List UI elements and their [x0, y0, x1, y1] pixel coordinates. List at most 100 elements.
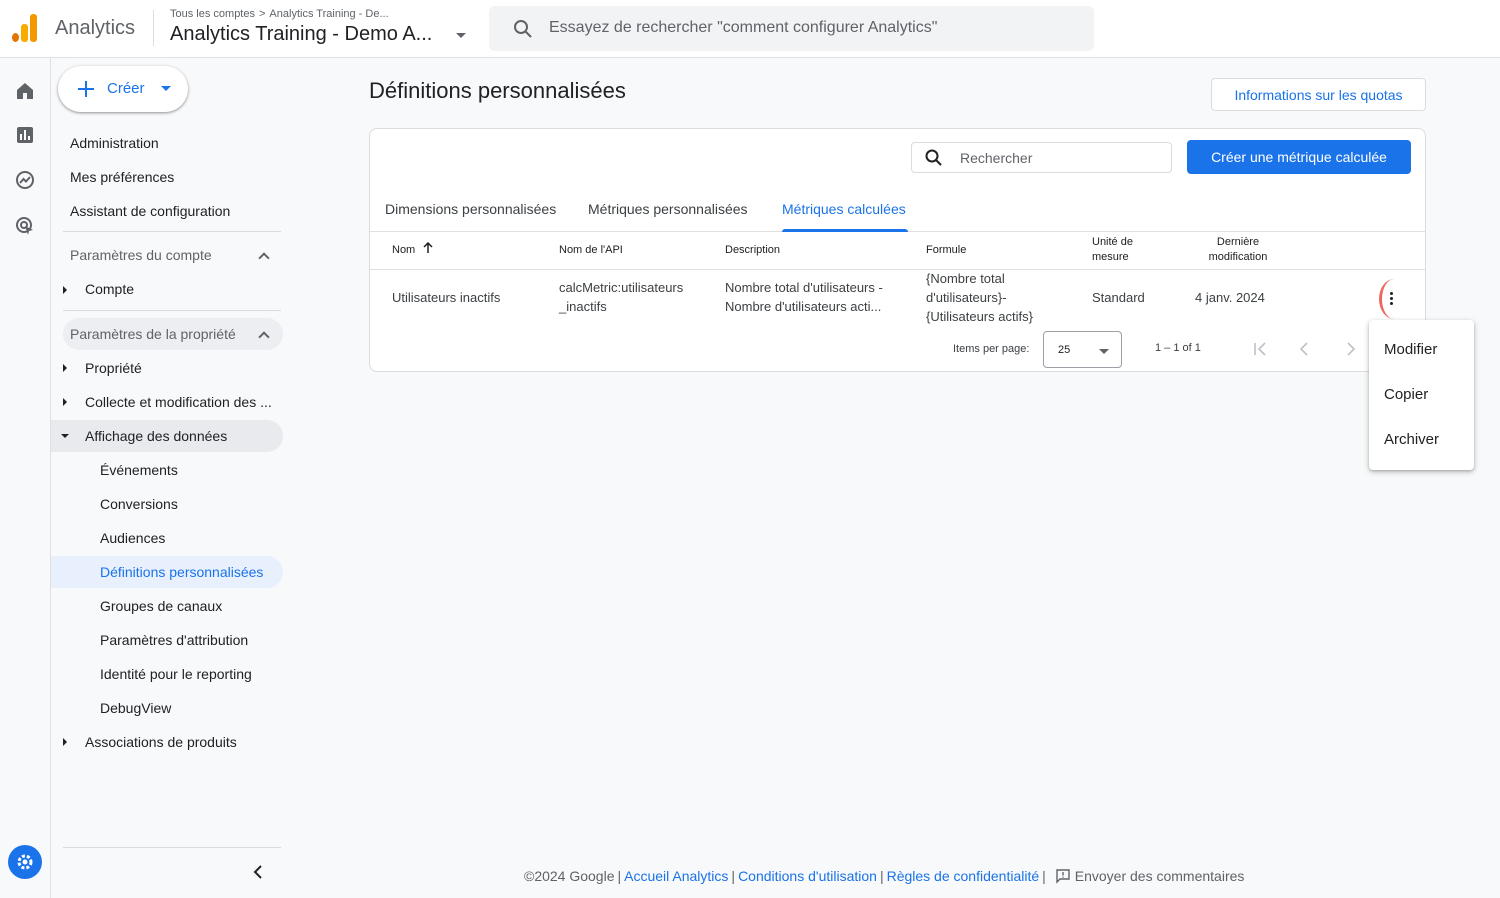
- footer-feedback-link[interactable]: Envoyer des commentaires: [1075, 868, 1245, 884]
- tab-custom-dimensions[interactable]: Dimensions personnalisées: [385, 201, 556, 217]
- items-per-page-select[interactable]: 25: [1043, 331, 1122, 368]
- footer-link-privacy[interactable]: Règles de confidentialité: [887, 868, 1040, 884]
- advertising-icon[interactable]: [14, 215, 36, 237]
- previous-page-icon[interactable]: [1295, 339, 1315, 359]
- row-actions-menu: Modifier Copier Archiver: [1369, 320, 1474, 470]
- tab-custom-metrics[interactable]: Métriques personnalisées: [588, 201, 748, 217]
- menu-item-edit[interactable]: Modifier: [1384, 341, 1437, 358]
- footer-link-analytics-home[interactable]: Accueil Analytics: [624, 868, 728, 884]
- nav-product-links[interactable]: Associations de produits: [85, 734, 237, 750]
- chevron-down-icon: [161, 86, 171, 91]
- nav-debugview[interactable]: DebugView: [100, 700, 171, 716]
- admin-settings-button[interactable]: [8, 845, 42, 879]
- nav-events[interactable]: Événements: [100, 462, 178, 478]
- chevron-down-icon[interactable]: [456, 33, 466, 38]
- nav-data-collection[interactable]: Collecte et modification des ...: [85, 394, 272, 410]
- plus-icon: [78, 81, 94, 97]
- next-page-icon[interactable]: [1340, 339, 1360, 359]
- home-icon[interactable]: [14, 80, 36, 102]
- cell-api-name-line1: calcMetric:utilisateurs: [559, 280, 684, 295]
- nav-account[interactable]: Compte: [85, 281, 134, 297]
- nav-administration[interactable]: Administration: [70, 135, 159, 151]
- tab-calculated-metrics[interactable]: Métriques calculées: [782, 201, 906, 217]
- table-search-field[interactable]: [911, 142, 1172, 173]
- expand-arrow-icon[interactable]: [63, 738, 67, 746]
- nav-data-display[interactable]: Affichage des données: [85, 428, 227, 444]
- create-button[interactable]: Créer: [58, 66, 188, 112]
- create-calculated-metric-label: Créer une métrique calculée: [1211, 149, 1387, 165]
- expand-arrow-icon[interactable]: [63, 286, 67, 294]
- cell-formula: {Nombre total d'utilisateurs}- {Utilisat…: [926, 269, 1033, 326]
- row-actions-button[interactable]: [1377, 279, 1407, 319]
- nav-property[interactable]: Propriété: [85, 360, 142, 376]
- sidebar-divider: [63, 231, 281, 232]
- app-name[interactable]: Analytics: [55, 17, 135, 40]
- nav-preferences[interactable]: Mes préférences: [70, 169, 174, 185]
- nav-conversions[interactable]: Conversions: [100, 496, 178, 512]
- global-search-bar[interactable]: Essayez de rechercher "comment configure…: [489, 6, 1094, 51]
- reports-icon[interactable]: [14, 124, 36, 146]
- footer-link-terms[interactable]: Conditions d'utilisation: [738, 868, 877, 884]
- expand-arrow-icon[interactable]: [63, 364, 67, 372]
- top-bar: Analytics Tous les comptes > Analytics Tra…: [0, 0, 1500, 58]
- feedback-icon[interactable]: [1055, 868, 1071, 884]
- col-header-unit: Unité de mesure: [1092, 235, 1133, 265]
- cell-description-line1: Nombre total d'utilisateurs -: [725, 280, 883, 295]
- nav-reporting-identity[interactable]: Identité pour le reporting: [100, 666, 252, 682]
- items-per-page-value: 25: [1058, 344, 1071, 356]
- left-rail: [0, 58, 51, 898]
- cell-api-name-line2: _inactifs: [559, 299, 607, 314]
- col-header-api-name: Nom de l'API: [559, 244, 623, 256]
- cell-api-name: calcMetric:utilisateurs _inactifs: [559, 278, 683, 316]
- analytics-logo[interactable]: [12, 14, 38, 42]
- kebab-dot: [1390, 292, 1393, 295]
- footer: ©2024 Google | Accueil Analytics | Condition…: [524, 868, 1245, 884]
- cell-name[interactable]: Utilisateurs inactifs: [392, 288, 500, 307]
- nav-setup-assistant[interactable]: Assistant de configuration: [70, 203, 230, 219]
- quota-info-button[interactable]: Informations sur les quotas: [1211, 78, 1426, 111]
- collapse-sidebar-icon[interactable]: [250, 864, 266, 880]
- expand-arrow-icon[interactable]: [63, 398, 67, 406]
- menu-item-archive[interactable]: Archiver: [1384, 431, 1439, 448]
- section-property-settings[interactable]: Paramètres de la propriété: [70, 326, 236, 342]
- nav-audiences[interactable]: Audiences: [100, 530, 165, 546]
- menu-item-copy[interactable]: Copier: [1384, 386, 1428, 403]
- section-account-settings[interactable]: Paramètres du compte: [70, 247, 212, 263]
- col-header-unit-line1: Unité de: [1092, 236, 1133, 248]
- nav-attribution-settings[interactable]: Paramètres d'attribution: [100, 632, 248, 648]
- col-header-modified-line1: Dernière: [1216, 236, 1260, 248]
- cell-formula-line1: {Nombre total: [926, 271, 1005, 286]
- collapse-arrow-icon[interactable]: [61, 434, 69, 438]
- cell-formula-line2: d'utilisateurs}-: [926, 290, 1007, 305]
- chevron-down-icon: [1099, 349, 1109, 354]
- global-search-placeholder[interactable]: Essayez de rechercher "comment configure…: [549, 19, 937, 37]
- nav-channel-groups[interactable]: Groupes de canaux: [100, 598, 222, 614]
- col-header-modified-line2: modification: [1208, 251, 1268, 263]
- sidebar-divider: [63, 310, 281, 311]
- property-selector[interactable]: Analytics Training - Demo A...: [170, 23, 432, 46]
- focus-ring: [1379, 279, 1409, 319]
- col-header-name[interactable]: Nom: [392, 243, 415, 258]
- table-header-divider: [370, 269, 1425, 270]
- table-search-input[interactable]: [960, 148, 1160, 168]
- first-page-icon[interactable]: [1250, 339, 1270, 359]
- cell-formula-line3: {Utilisateurs actifs}: [926, 309, 1033, 324]
- nav-custom-definitions[interactable]: Définitions personnalisées: [100, 564, 263, 580]
- cell-description-line2: Nombre d'utilisateurs acti...: [725, 299, 882, 314]
- active-tab-indicator: [782, 229, 908, 232]
- chevron-up-icon[interactable]: [258, 252, 270, 264]
- sort-ascending-icon[interactable]: [423, 242, 433, 254]
- breadcrumb-all-accounts[interactable]: Tous les comptes: [170, 8, 255, 20]
- header-divider: [153, 10, 154, 46]
- create-calculated-metric-button[interactable]: Créer une métrique calculée: [1187, 140, 1411, 174]
- gear-icon: [17, 854, 33, 870]
- breadcrumb-account[interactable]: Analytics Training - De...: [269, 8, 388, 20]
- search-icon: [925, 149, 942, 166]
- quota-info-label: Informations sur les quotas: [1234, 87, 1403, 103]
- cell-unit: Standard: [1092, 290, 1145, 305]
- breadcrumb[interactable]: Tous les comptes > Analytics Training - De…: [170, 8, 389, 20]
- col-header-description: Description: [725, 244, 781, 256]
- create-button-label: Créer: [107, 80, 145, 97]
- explore-icon[interactable]: [14, 169, 36, 191]
- items-per-page-label: Items per page:: [953, 343, 1030, 355]
